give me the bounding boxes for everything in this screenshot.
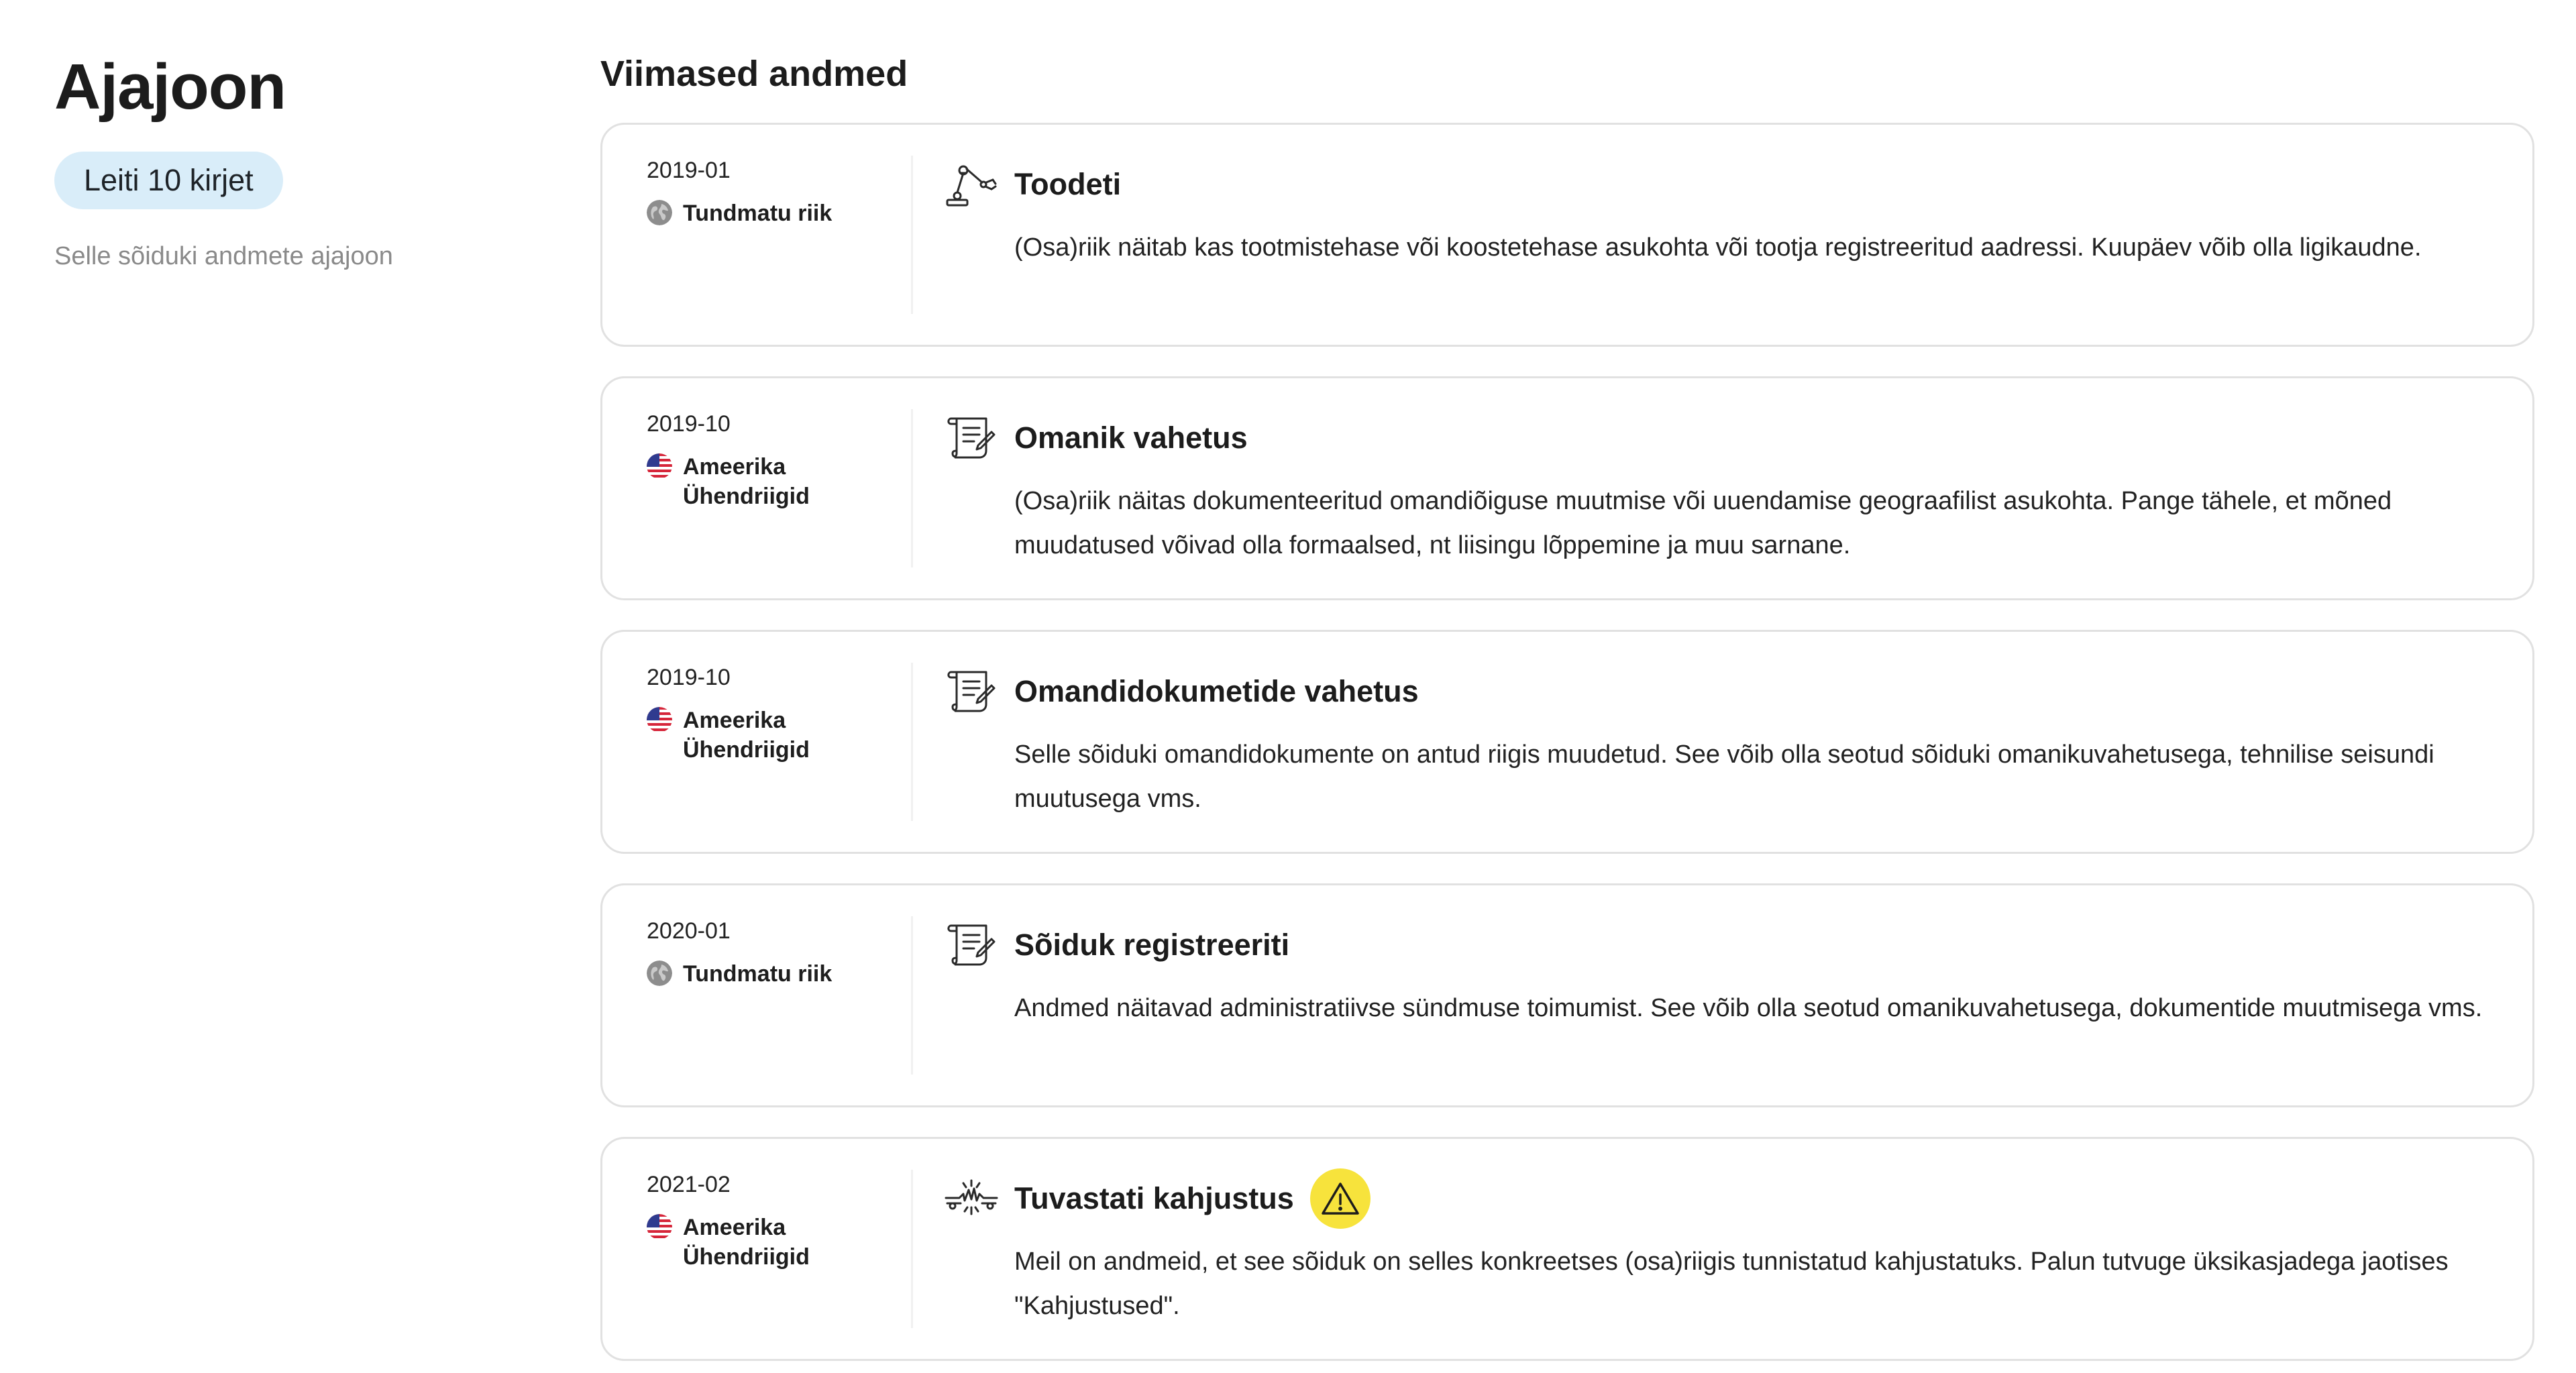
- warning-triangle-icon: [1309, 1168, 1371, 1229]
- event-description: (Osa)riik näitab kas tootmistehase või k…: [1014, 233, 2422, 262]
- country-name: Ameerika Ühendriigid: [683, 454, 810, 509]
- card-meta: 2019-10 Ameerika Ühendriigid: [647, 663, 902, 765]
- event-description: Selle sõiduki omandidokumente on antud r…: [1014, 740, 2434, 813]
- event-title: Tuvastati kahjustus: [1014, 1181, 1294, 1215]
- card-meta: 2019-01 Tundmatu riik: [647, 156, 902, 228]
- us-flag-icon: [647, 707, 672, 732]
- event-date: 2019-01: [647, 158, 731, 183]
- card-divider: [911, 663, 913, 821]
- event-date: 2021-02: [647, 1172, 731, 1197]
- country-name: Tundmatu riik: [683, 201, 833, 226]
- event-date: 2019-10: [647, 411, 731, 437]
- event-country: Tundmatu riik: [647, 959, 902, 989]
- event-title: Omandidokumetide vahetus: [1014, 674, 1419, 708]
- event-title: Omanik vahetus: [1014, 421, 1248, 455]
- event-title-row: Toodeti: [1014, 154, 1121, 215]
- timeline-card: 2020-01 Tundmatu riik Sõiduk registreeri…: [600, 883, 2534, 1107]
- event-title: Sõiduk registreeriti: [1014, 928, 1290, 962]
- record-count-badge: Leiti 10 kirjet: [54, 152, 283, 209]
- timeline-card: 2019-01 Tundmatu riik Toodeti (Osa)riik …: [600, 123, 2534, 347]
- event-country: Tundmatu riik: [647, 199, 902, 228]
- globe-icon: [647, 200, 672, 225]
- timeline-card: 2021-02 Ameerika Ühendriigid Tuvastati k…: [600, 1137, 2534, 1361]
- country-name: Tundmatu riik: [683, 961, 833, 987]
- page-title: Ajajoon: [54, 51, 286, 123]
- us-flag-icon: [647, 1214, 672, 1240]
- event-country: Ameerika Ühendriigid: [647, 706, 902, 765]
- us-flag-icon: [647, 453, 672, 479]
- event-country: Ameerika Ühendriigid: [647, 1213, 902, 1272]
- crash-icon: [945, 1174, 998, 1222]
- card-meta: 2021-02 Ameerika Ühendriigid: [647, 1170, 902, 1272]
- event-description: Meil on andmeid, et see sõiduk on selles…: [1014, 1248, 2449, 1320]
- event-country: Ameerika Ühendriigid: [647, 452, 902, 511]
- document-scroll-icon: [945, 667, 998, 715]
- document-scroll-icon: [945, 413, 998, 461]
- event-description: (Osa)riik näitas dokumenteeritud omandiõ…: [1014, 487, 2392, 559]
- event-title-row: Sõiduk registreeriti: [1014, 915, 1289, 975]
- event-title-row: Omanik vahetus: [1014, 408, 1248, 468]
- robot-arm-icon: [945, 160, 998, 208]
- timeline-card: 2019-10: [600, 630, 2534, 854]
- card-meta: 2019-10 Ameerika Ühendriigid: [647, 409, 902, 511]
- timeline-card: 2019-10: [600, 376, 2534, 600]
- event-date: 2020-01: [647, 918, 731, 944]
- country-name: Ameerika Ühendriigid: [683, 708, 810, 763]
- card-divider: [911, 409, 913, 567]
- timeline-list: 2019-01 Tundmatu riik Toodeti (Osa)riik …: [600, 123, 2534, 1373]
- card-meta: 2020-01 Tundmatu riik: [647, 916, 902, 989]
- section-title: Viimased andmed: [600, 54, 908, 94]
- card-divider: [911, 156, 913, 314]
- card-divider: [911, 916, 913, 1075]
- event-description: Andmed näitavad administratiivse sündmus…: [1014, 994, 2483, 1022]
- document-scroll-icon: [945, 920, 998, 969]
- timeline-page: Ajajoon Leiti 10 kirjet Selle sõiduki an…: [0, 0, 2576, 1373]
- card-divider: [911, 1170, 913, 1328]
- sidebar-subtitle: Selle sõiduki andmete ajajoon: [54, 242, 393, 270]
- event-title-row: Tuvastati kahjustus: [1014, 1168, 1371, 1229]
- event-title: Toodeti: [1014, 167, 1122, 201]
- event-title-row: Omandidokumetide vahetus: [1014, 661, 1419, 722]
- sidebar: Ajajoon Leiti 10 kirjet Selle sõiduki an…: [54, 48, 537, 272]
- country-name: Ameerika Ühendriigid: [683, 1215, 810, 1270]
- globe-icon: [647, 960, 672, 986]
- event-date: 2019-10: [647, 665, 731, 690]
